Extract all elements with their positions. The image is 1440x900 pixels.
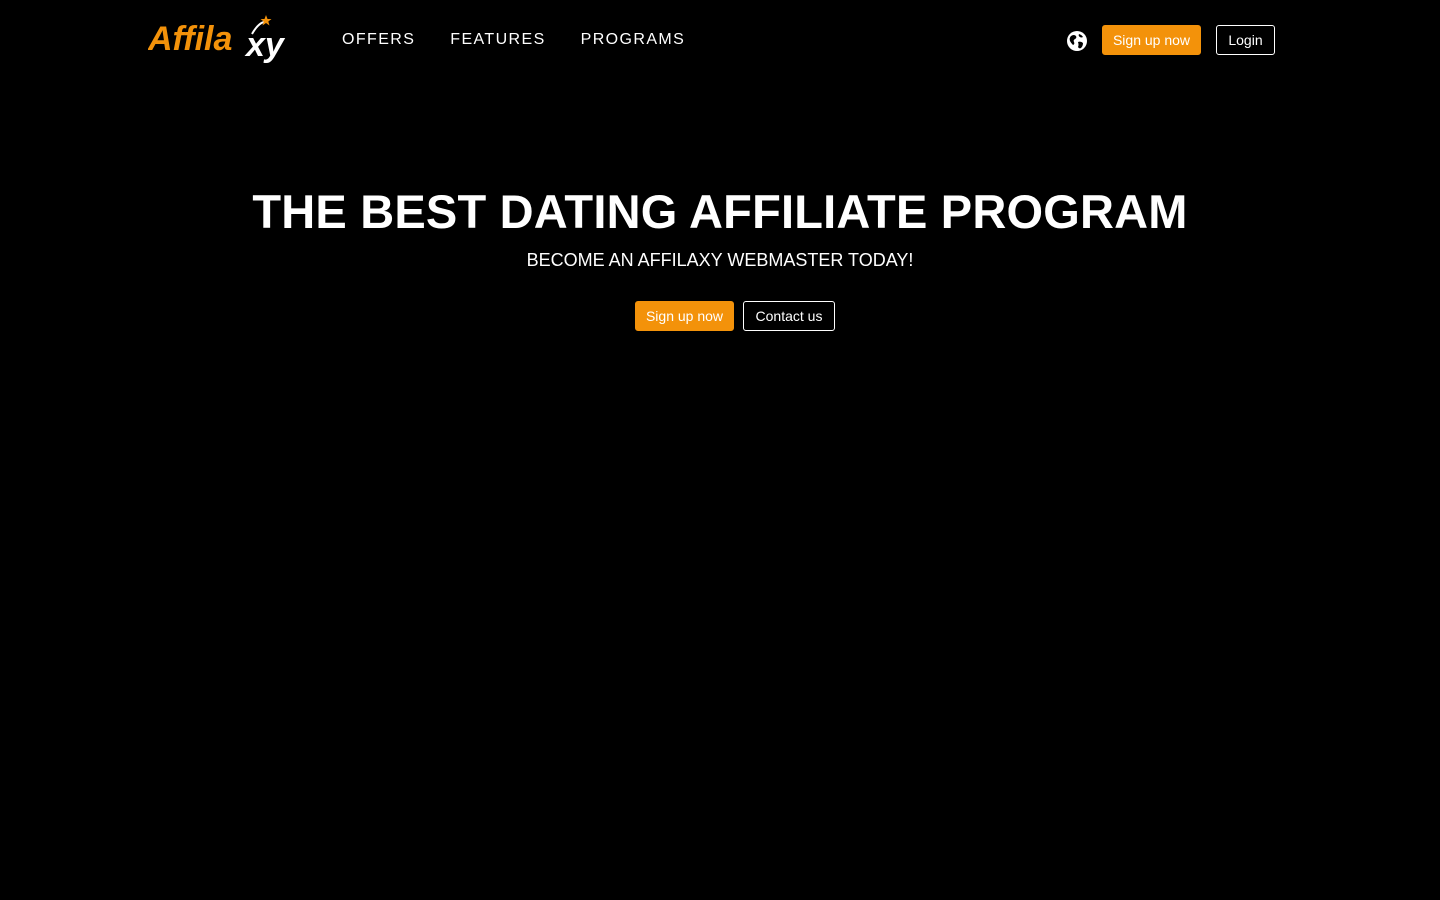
star-icon xyxy=(260,15,272,26)
globe-icon[interactable] xyxy=(1066,30,1088,52)
contact-button[interactable]: Contact us xyxy=(743,301,835,331)
site-header: Affila xy OFFERS FEATURES PROGRAMS Sign … xyxy=(0,0,1440,80)
affilaxy-logo[interactable]: Affila xy xyxy=(148,14,296,64)
logo-text-suffix: xy xyxy=(244,26,286,64)
main-nav: OFFERS FEATURES PROGRAMS xyxy=(342,29,720,51)
hero-actions: Sign up now Contact us xyxy=(635,301,835,331)
header-signup-button[interactable]: Sign up now xyxy=(1102,25,1201,55)
nav-item-offers[interactable]: OFFERS xyxy=(342,29,415,51)
hero-signup-button[interactable]: Sign up now xyxy=(635,301,734,331)
logo-text-prefix: Affila xyxy=(148,20,232,58)
login-button[interactable]: Login xyxy=(1216,25,1275,55)
hero-title: THE BEST DATING AFFILIATE PROGRAM xyxy=(252,185,1188,238)
nav-item-features[interactable]: FEATURES xyxy=(450,29,545,51)
page: Affila xy OFFERS FEATURES PROGRAMS Sign … xyxy=(0,0,1440,900)
nav-item-programs[interactable]: PROGRAMS xyxy=(581,29,686,51)
hero-subtitle: BECOME AN AFFILAXY WEBMASTER TODAY! xyxy=(526,250,914,270)
